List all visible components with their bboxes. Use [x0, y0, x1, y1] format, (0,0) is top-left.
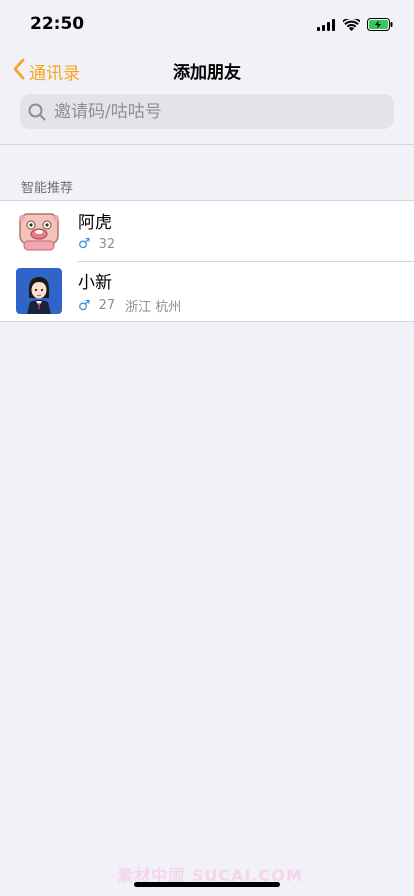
friend-meta: ♂ 32	[78, 236, 125, 252]
pink-cartoon-avatar-icon	[16, 208, 62, 254]
male-icon: ♂	[78, 236, 91, 252]
friend-name: 小新	[78, 273, 112, 293]
status-icons	[317, 16, 394, 35]
screen: 22:50 通讯录 添加朋友 邀请码/咕咕号 智能推荐 阿虎 ♂ 32 小新 ♂…	[0, 0, 414, 896]
battery-charging-icon	[367, 16, 394, 35]
friend-name: 阿虎	[78, 213, 112, 233]
friend-location: 浙江 杭州	[125, 300, 182, 315]
divider	[0, 144, 414, 145]
section-header: 智能推荐	[21, 181, 74, 196]
friend-age: 27	[98, 298, 116, 313]
friend-age: 32	[98, 236, 116, 252]
list-item[interactable]: 小新 ♂ 27 浙江 杭州	[0, 261, 414, 321]
page-title: 添加朋友	[173, 63, 241, 83]
row-separator	[77, 261, 414, 262]
list-item[interactable]: 阿虎 ♂ 32	[0, 201, 414, 261]
wifi-icon	[342, 16, 361, 35]
status-time: 22:50	[30, 14, 85, 34]
search-input[interactable]	[52, 100, 376, 123]
recommend-list: 阿虎 ♂ 32 小新 ♂ 27 浙江 杭州	[0, 200, 414, 322]
cellular-signal-icon	[317, 16, 336, 35]
status-bar: 22:50	[0, 0, 414, 48]
search-bar[interactable]	[20, 94, 394, 129]
home-indicator[interactable]	[134, 882, 280, 887]
nav-bar: 通讯录 添加朋友	[0, 48, 414, 92]
search-icon	[28, 103, 46, 121]
girl-cartoon-avatar-icon	[16, 268, 62, 314]
friend-meta: ♂ 27 浙江 杭州	[78, 296, 182, 316]
male-icon: ♂	[78, 297, 91, 314]
